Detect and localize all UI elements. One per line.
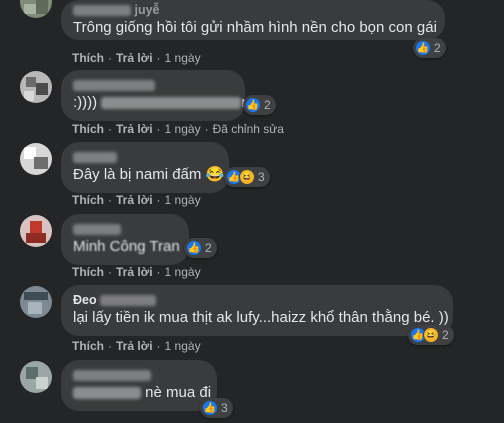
comment-actions: Thích · Trả lời · 1 ngày <box>72 193 201 207</box>
comment-timestamp[interactable]: 1 ngày <box>165 122 201 136</box>
avatar[interactable] <box>20 143 52 175</box>
comment-text: Đây là bị nami đấm 😂 <box>73 166 225 183</box>
comment-bubble: Đeo lại lấy tiền ik mua thịt ak lufy...h… <box>61 285 453 336</box>
commenter-name[interactable] <box>73 77 233 93</box>
comment-text: :)))) n <box>73 93 250 113</box>
like-link[interactable]: Thích <box>72 265 104 279</box>
reply-link[interactable]: Trả lời <box>116 193 153 207</box>
comment-text: Minh Công Tran <box>73 238 180 255</box>
reply-link[interactable]: Trả lời <box>116 265 153 279</box>
comment-text: lại lấy tiền ik mua thịt ak lufy...haizz… <box>73 309 449 326</box>
reaction-count: 2 <box>442 328 449 342</box>
reaction-summary[interactable]: 👍 2 <box>184 238 217 258</box>
commenter-name[interactable] <box>73 367 205 383</box>
comment-text-start: :)))) <box>73 94 98 111</box>
comment-timestamp[interactable]: 1 ngày <box>165 265 201 279</box>
like-reaction-icon: 👍 <box>202 400 218 416</box>
like-reaction-icon: 👍 <box>415 40 431 56</box>
like-link[interactable]: Thích <box>72 122 104 136</box>
comment-timestamp[interactable]: 1 ngày <box>165 339 201 353</box>
commenter-name[interactable] <box>73 149 217 165</box>
reaction-summary[interactable]: 👍 2 <box>243 95 276 115</box>
haha-reaction-icon: 😆 <box>423 327 439 343</box>
commenter-name-visible: Đeo <box>73 293 97 307</box>
comment-actions: Thích · Trả lời · 1 ngày <box>72 339 201 353</box>
comment-text: nè mua đi <box>73 383 211 403</box>
commenter-name[interactable]: juyễ <box>73 2 433 18</box>
avatar[interactable] <box>20 286 52 318</box>
reaction-count: 3 <box>221 401 228 415</box>
avatar[interactable] <box>20 0 52 18</box>
comment-bubble: Đây là bị nami đấm 😂 <box>61 142 229 193</box>
reaction-summary[interactable]: 👍 3 <box>200 398 233 418</box>
like-link[interactable]: Thích <box>72 51 104 65</box>
reply-link[interactable]: Trả lời <box>116 51 153 65</box>
reply-link[interactable]: Trả lời <box>116 122 153 136</box>
commenter-name-visible: juyễ <box>134 3 160 17</box>
comment-bubble: :)))) n <box>61 70 250 121</box>
like-reaction-icon: 👍 <box>186 240 202 256</box>
comment-bubble: nè mua đi <box>61 360 217 411</box>
haha-reaction-icon: 😆 <box>239 169 255 185</box>
reaction-count: 2 <box>264 98 271 112</box>
comment-actions: Thích · Trả lời · 1 ngày <box>72 51 201 65</box>
avatar[interactable] <box>20 215 52 247</box>
like-link[interactable]: Thích <box>72 339 104 353</box>
avatar[interactable] <box>20 71 52 103</box>
reaction-count: 2 <box>434 41 441 55</box>
commenter-name[interactable] <box>73 221 177 237</box>
like-link[interactable]: Thích <box>72 193 104 207</box>
comment-bubble: juyễ Trông giống hồi tôi gửi nhầm hình n… <box>61 0 445 40</box>
comment-timestamp[interactable]: 1 ngày <box>165 193 201 207</box>
like-reaction-icon: 👍 <box>245 97 261 113</box>
reaction-summary[interactable]: 👍 2 <box>413 38 446 58</box>
comment-timestamp[interactable]: 1 ngày <box>165 51 201 65</box>
comment-actions: Thích · Trả lời · 1 ngày <box>72 265 201 279</box>
reply-link[interactable]: Trả lời <box>116 339 153 353</box>
comment-bubble: Minh Công Tran <box>61 214 189 265</box>
comment-actions: Thích · Trả lời · 1 ngày · Đã chỉnh sửa <box>72 122 284 136</box>
reaction-count: 2 <box>205 241 212 255</box>
commenter-name[interactable]: Đeo <box>73 292 441 308</box>
reaction-summary[interactable]: 👍 😆 2 <box>408 325 454 345</box>
reaction-count: 3 <box>258 170 265 184</box>
reaction-summary[interactable]: 👍 😆 3 <box>224 167 270 187</box>
edited-label: Đã chỉnh sửa <box>212 122 284 136</box>
comment-text: Trông giống hồi tôi gửi nhầm hình nền ch… <box>73 19 437 36</box>
avatar[interactable] <box>20 361 52 393</box>
comment-text-visible: nè mua đi <box>145 384 212 401</box>
